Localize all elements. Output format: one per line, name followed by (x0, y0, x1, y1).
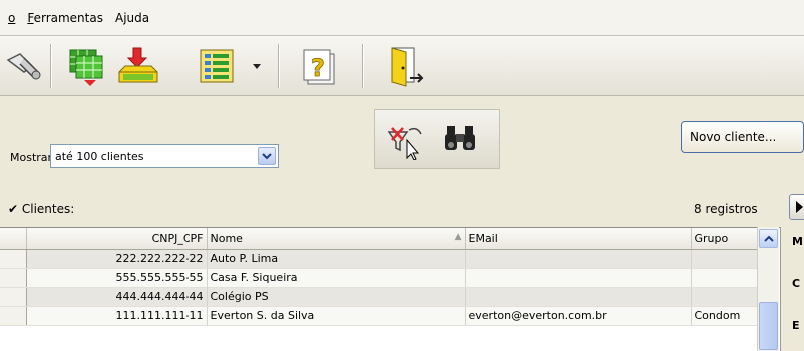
chevron-down-icon[interactable] (258, 147, 276, 165)
toolbar-separator (362, 44, 364, 88)
row-indicator[interactable] (0, 268, 27, 288)
table-row[interactable]: 555.555.555-55 Casa F. Siqueira (0, 268, 771, 288)
table-header-row: CNPJ_CPF Nome ▲ EMail Grupo (0, 228, 771, 250)
registros-count: 8 registros (694, 202, 758, 216)
toolbar: ? (0, 36, 804, 96)
novo-cliente-button[interactable]: Novo cliente... (681, 121, 804, 153)
toolbar-separator (50, 44, 52, 88)
menu-item-arquivo[interactable]: o (2, 11, 21, 25)
row-indicator-header (0, 228, 27, 250)
menu-item-ajuda[interactable]: Ajuda (109, 11, 155, 25)
cell-email[interactable] (465, 287, 692, 307)
mostrar-select[interactable]: até 100 clientes (50, 144, 279, 168)
filter-bar: Mostrar: até 100 clientes Novo cliente..… (0, 97, 804, 192)
cell-cnpj[interactable]: 444.444.444-44 (26, 287, 208, 307)
cell-cnpj[interactable]: 111.111.111-11 (26, 306, 208, 326)
side-panel-letter: M (792, 235, 803, 248)
cell-cnpj[interactable]: 222.222.222-22 (26, 249, 208, 269)
vertical-scrollbar[interactable] (757, 227, 779, 351)
svg-text:?: ? (311, 54, 325, 82)
cell-email[interactable]: everton@everton.com.br (465, 306, 692, 326)
clear-filter-icon[interactable] (387, 120, 427, 160)
cell-nome[interactable]: Auto P. Lima (207, 249, 466, 269)
column-header-email[interactable]: EMail (465, 228, 692, 250)
cell-cnpj[interactable]: 555.555.555-55 (26, 268, 208, 288)
scroll-thumb[interactable] (759, 302, 778, 350)
table-row[interactable]: 222.222.222-22 Auto P. Lima (0, 249, 771, 269)
mostrar-label: Mostrar: (10, 151, 56, 164)
search-actions-panel (374, 109, 500, 169)
column-header-cnpj[interactable]: CNPJ_CPF (26, 228, 208, 250)
clients-grid: CNPJ_CPF Nome ▲ EMail Grupo 222.222.222-2… (0, 227, 782, 351)
menu-bar: o Ferramentas Ajuda (0, 0, 804, 36)
table-row[interactable]: 444.444.444-44 Colégio PS (0, 287, 771, 307)
side-panel-letter: C (792, 277, 801, 290)
menu-item-ajuda-label: Ajuda (114, 10, 150, 25)
menu-item-ferramentas[interactable]: Ferramentas (21, 11, 109, 25)
report-icon[interactable] (195, 44, 239, 88)
cell-nome[interactable]: Casa F. Siqueira (207, 268, 466, 288)
cell-nome[interactable]: Everton S. da Silva (207, 306, 466, 326)
column-header-nome[interactable]: Nome ▲ (207, 228, 466, 250)
side-panel-letter: E (792, 319, 800, 332)
row-indicator[interactable] (0, 287, 27, 307)
dropdown-arrow-icon[interactable] (250, 44, 264, 88)
binoculars-icon[interactable] (443, 122, 479, 156)
table-row[interactable]: 111.111.111-11 Everton S. da Silva evert… (0, 306, 771, 326)
row-indicator[interactable] (0, 249, 27, 269)
column-header-nome-label: Nome (210, 231, 243, 245)
grid-export-icon[interactable] (64, 44, 108, 88)
sort-ascending-icon: ▲ (454, 231, 462, 242)
exit-door-icon[interactable] (384, 44, 428, 88)
row-indicator[interactable] (0, 306, 27, 326)
next-page-button[interactable] (789, 194, 804, 220)
detail-side-panel: M C E (780, 227, 804, 351)
chevron-up-icon (763, 235, 774, 242)
menu-item-arquivo-label: o (8, 10, 16, 25)
cell-email[interactable] (465, 249, 692, 269)
novo-cliente-label: Novo cliente... (690, 130, 777, 144)
toolbar-separator (278, 44, 280, 88)
cell-email[interactable] (465, 268, 692, 288)
clients-table: CNPJ_CPF Nome ▲ EMail Grupo 222.222.222-2… (0, 228, 771, 326)
menu-item-ferramentas-label: erramentas (33, 10, 103, 25)
help-icon[interactable]: ? (300, 44, 344, 88)
mostrar-select-value: até 100 clientes (55, 149, 144, 163)
import-icon[interactable] (115, 44, 159, 88)
cell-nome[interactable]: Colégio PS (207, 287, 466, 307)
clientes-label: ✔ Clientes: (8, 202, 75, 216)
scroll-up-button[interactable] (759, 229, 778, 248)
tools-icon[interactable] (6, 44, 46, 88)
